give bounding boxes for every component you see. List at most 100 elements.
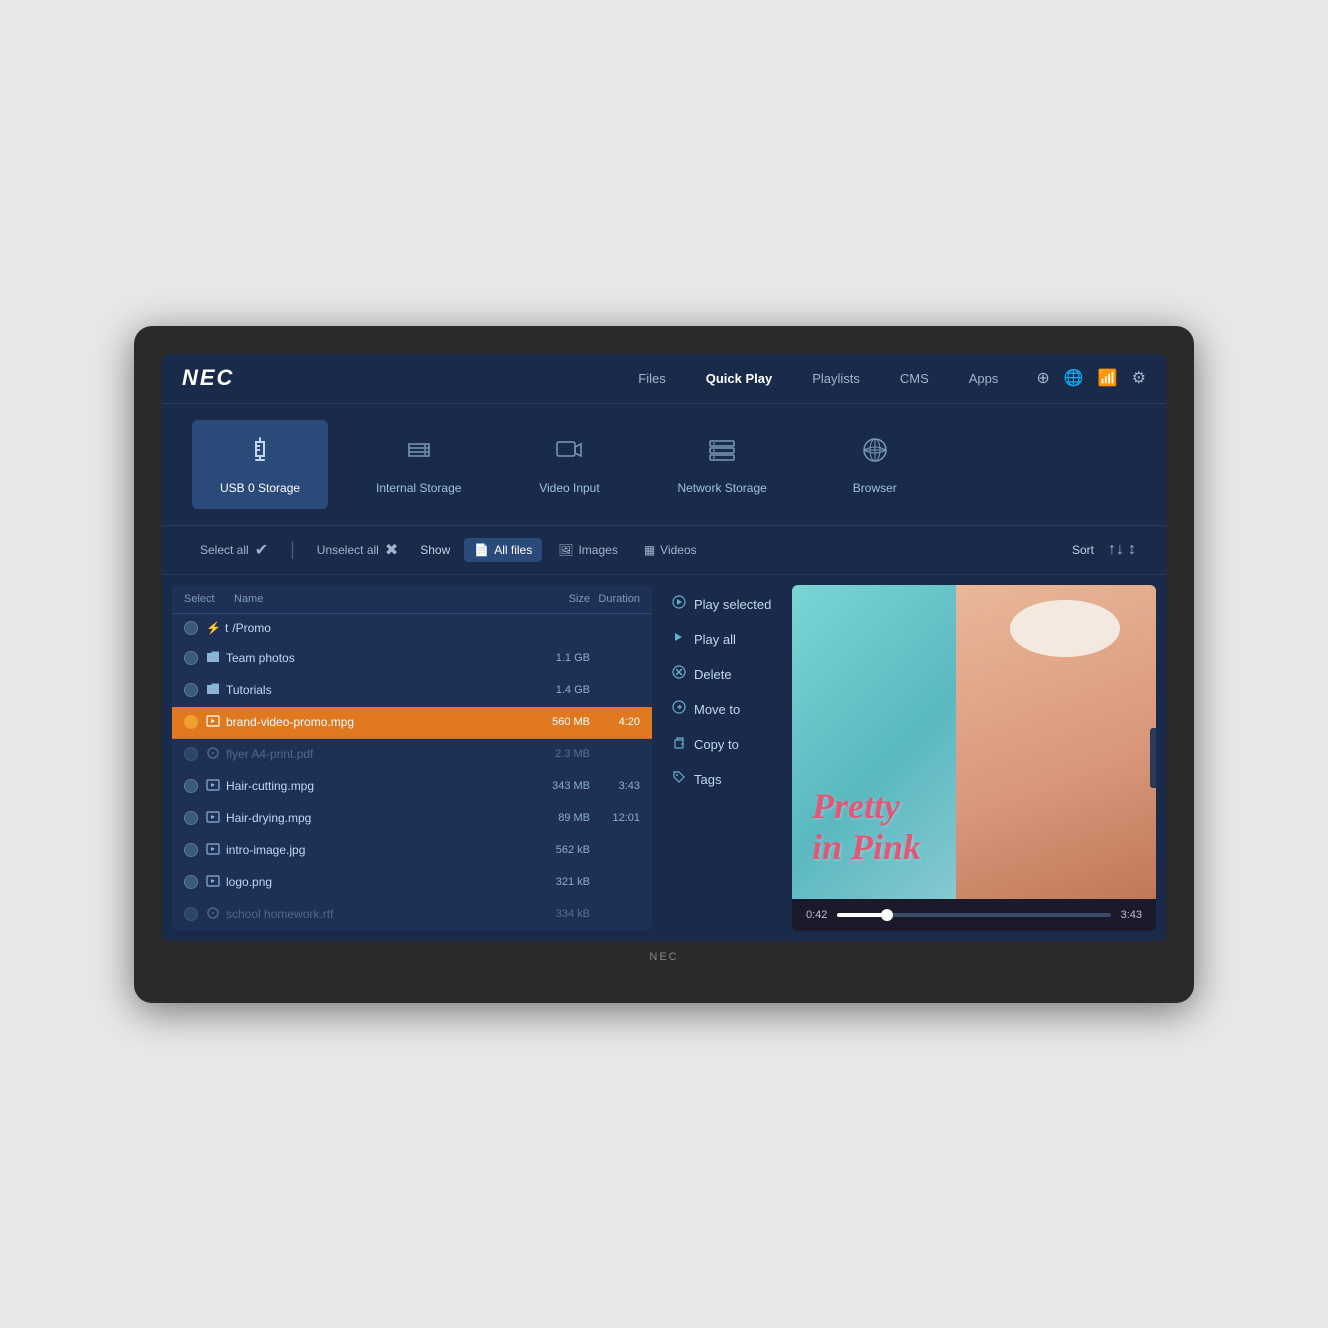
- file-row-6[interactable]: intro-image.jpg562 kB: [172, 835, 652, 867]
- nav-link-quick-play[interactable]: Quick Play: [698, 367, 780, 390]
- action-tags-button[interactable]: Tags: [672, 770, 782, 789]
- file-row-8[interactable]: school homework.rtf334 kB: [172, 899, 652, 931]
- file-duration-4: 3:43: [590, 780, 640, 792]
- action-label-0: Play selected: [694, 597, 771, 612]
- action-icon-4: [672, 735, 686, 754]
- nav-icon-globe[interactable]: 🌐: [1064, 368, 1084, 388]
- sort-desc-button[interactable]: ↕: [1128, 541, 1136, 559]
- file-size-3: 2.3 MB: [520, 748, 590, 760]
- file-select-dot-6: [184, 843, 198, 857]
- storage-item-video-input[interactable]: Video Input: [509, 420, 629, 509]
- file-select-dot-4: [184, 779, 198, 793]
- file-icon-1: [206, 682, 220, 699]
- file-select-dot-0: [184, 651, 198, 665]
- file-row-7[interactable]: logo.png321 kB: [172, 867, 652, 899]
- nav-icon-settings[interactable]: ⚙: [1132, 368, 1146, 388]
- file-icon-4: [206, 778, 220, 795]
- storage-icon-4: [859, 434, 891, 473]
- file-name-1: Tutorials: [226, 683, 520, 697]
- file-row-3[interactable]: flyer A4-print.pdf2.3 MB: [172, 739, 652, 771]
- action-icon-5: [672, 770, 686, 789]
- video-progress-thumb[interactable]: [881, 909, 893, 921]
- file-rows: Team photos1.1 GBTutorials1.4 GBbrand-vi…: [172, 643, 652, 931]
- storage-panel: USB 0 Storage Internal Storage Video Input…: [162, 404, 1166, 526]
- show-label: Show: [420, 543, 450, 557]
- file-name-6: intro-image.jpg: [226, 843, 520, 857]
- storage-item-internal-storage[interactable]: Internal Storage: [348, 420, 489, 509]
- file-size-8: 334 kB: [520, 908, 590, 920]
- nav-link-files[interactable]: Files: [630, 367, 673, 390]
- action-play-all-button[interactable]: Play all: [672, 630, 782, 649]
- nav-link-playlists[interactable]: Playlists: [804, 367, 868, 390]
- sort-icons: ↑↓ ↕: [1108, 541, 1136, 559]
- tv-screen: NEC FilesQuick PlayPlaylistsCMSApps ⊕ 🌐 …: [162, 354, 1166, 941]
- nav-links: Files Quick Play Playlists CMS Apps: [630, 367, 1006, 390]
- filter-type-all-files[interactable]: 📄 All files: [464, 538, 542, 562]
- video-time-start: 0:42: [806, 909, 827, 921]
- filter-types: 📄 All files🖼 Images▦ Videos: [464, 538, 706, 562]
- select-all-button[interactable]: Select all ✔: [192, 536, 276, 564]
- file-name-7: logo.png: [226, 875, 520, 889]
- file-duration-5: 12:01: [590, 812, 640, 824]
- file-select-dot-7: [184, 875, 198, 889]
- breadcrumb-slash-path: /Promo: [232, 621, 271, 635]
- tv-frame: NEC FilesQuick PlayPlaylistsCMSApps ⊕ 🌐 …: [134, 326, 1194, 1003]
- video-thumbnail: Prettyin Pink: [792, 585, 1156, 899]
- filter-bar: Select all ✔ | Unselect all ✖ Show 📄 All…: [162, 526, 1166, 575]
- file-name-0: Team photos: [226, 651, 520, 665]
- storage-label-0: USB 0 Storage: [220, 481, 300, 495]
- file-name-3: flyer A4-print.pdf: [226, 747, 520, 761]
- storage-item-network-storage[interactable]: Network Storage: [649, 420, 794, 509]
- select-all-check-icon: ✔: [255, 540, 268, 560]
- file-icon-7: [206, 874, 220, 891]
- action-panel: Play selected Play all Delete Move to Copy t…: [662, 575, 792, 941]
- video-preview: Prettyin Pink 0:42 3:43: [792, 585, 1156, 931]
- file-row-5[interactable]: Hair-drying.mpg89 MB12:01: [172, 803, 652, 835]
- unselect-all-button[interactable]: Unselect all ✖: [309, 536, 406, 564]
- storage-label-4: Browser: [853, 481, 897, 495]
- col-size: Size: [520, 593, 590, 605]
- col-select: Select: [184, 593, 234, 605]
- breadcrumb-row[interactable]: ⚡ t /Promo: [172, 614, 652, 643]
- action-icon-3: [672, 700, 686, 719]
- video-controls[interactable]: 0:42 3:43: [792, 899, 1156, 931]
- action-icon-0: [672, 595, 686, 614]
- col-duration: Duration: [590, 593, 640, 605]
- action-play-selected-button[interactable]: Play selected: [672, 595, 782, 614]
- file-row-0[interactable]: Team photos1.1 GB: [172, 643, 652, 675]
- file-size-1: 1.4 GB: [520, 684, 590, 696]
- col-name: Name: [234, 593, 520, 605]
- storage-label-1: Internal Storage: [376, 481, 461, 495]
- storage-icon-3: [706, 434, 738, 473]
- nec-logo: NEC: [182, 365, 234, 391]
- action-delete-button[interactable]: Delete: [672, 665, 782, 684]
- file-row-4[interactable]: Hair-cutting.mpg343 MB3:43: [172, 771, 652, 803]
- file-list-header: Select Name Size Duration: [172, 585, 652, 614]
- nav-link-cms[interactable]: CMS: [892, 367, 937, 390]
- video-progress-bar[interactable]: [837, 913, 1110, 917]
- action-move-to-button[interactable]: Move to: [672, 700, 782, 719]
- nav-icon-wifi[interactable]: 📶: [1098, 368, 1118, 388]
- file-duration-2: 4:20: [590, 716, 640, 728]
- filter-type-images[interactable]: 🖼 Images: [548, 538, 628, 562]
- sort-asc-button[interactable]: ↑↓: [1108, 541, 1124, 559]
- nav-link-apps[interactable]: Apps: [961, 367, 1007, 390]
- file-row-2[interactable]: brand-video-promo.mpg560 MB4:20: [172, 707, 652, 739]
- storage-icon-2: [553, 434, 585, 473]
- file-icon-5: [206, 810, 220, 827]
- nav-icon-person[interactable]: ⊕: [1036, 368, 1049, 388]
- filter-divider: |: [290, 539, 295, 560]
- video-progress-fill: [837, 913, 886, 917]
- main-content: Select Name Size Duration ⚡ t /Promo: [162, 575, 1166, 941]
- filter-type-videos[interactable]: ▦ Videos: [634, 538, 707, 562]
- file-size-0: 1.1 GB: [520, 652, 590, 664]
- file-name-4: Hair-cutting.mpg: [226, 779, 520, 793]
- storage-item-usb-0-storage[interactable]: USB 0 Storage: [192, 420, 328, 509]
- storage-item-browser[interactable]: Browser: [815, 420, 935, 509]
- breadcrumb-path: ⚡ t /Promo: [206, 621, 271, 635]
- file-select-dot-2: [184, 715, 198, 729]
- file-row-1[interactable]: Tutorials1.4 GB: [172, 675, 652, 707]
- file-icon-8: [206, 906, 220, 923]
- file-select-dot-8: [184, 907, 198, 921]
- action-copy-to-button[interactable]: Copy to: [672, 735, 782, 754]
